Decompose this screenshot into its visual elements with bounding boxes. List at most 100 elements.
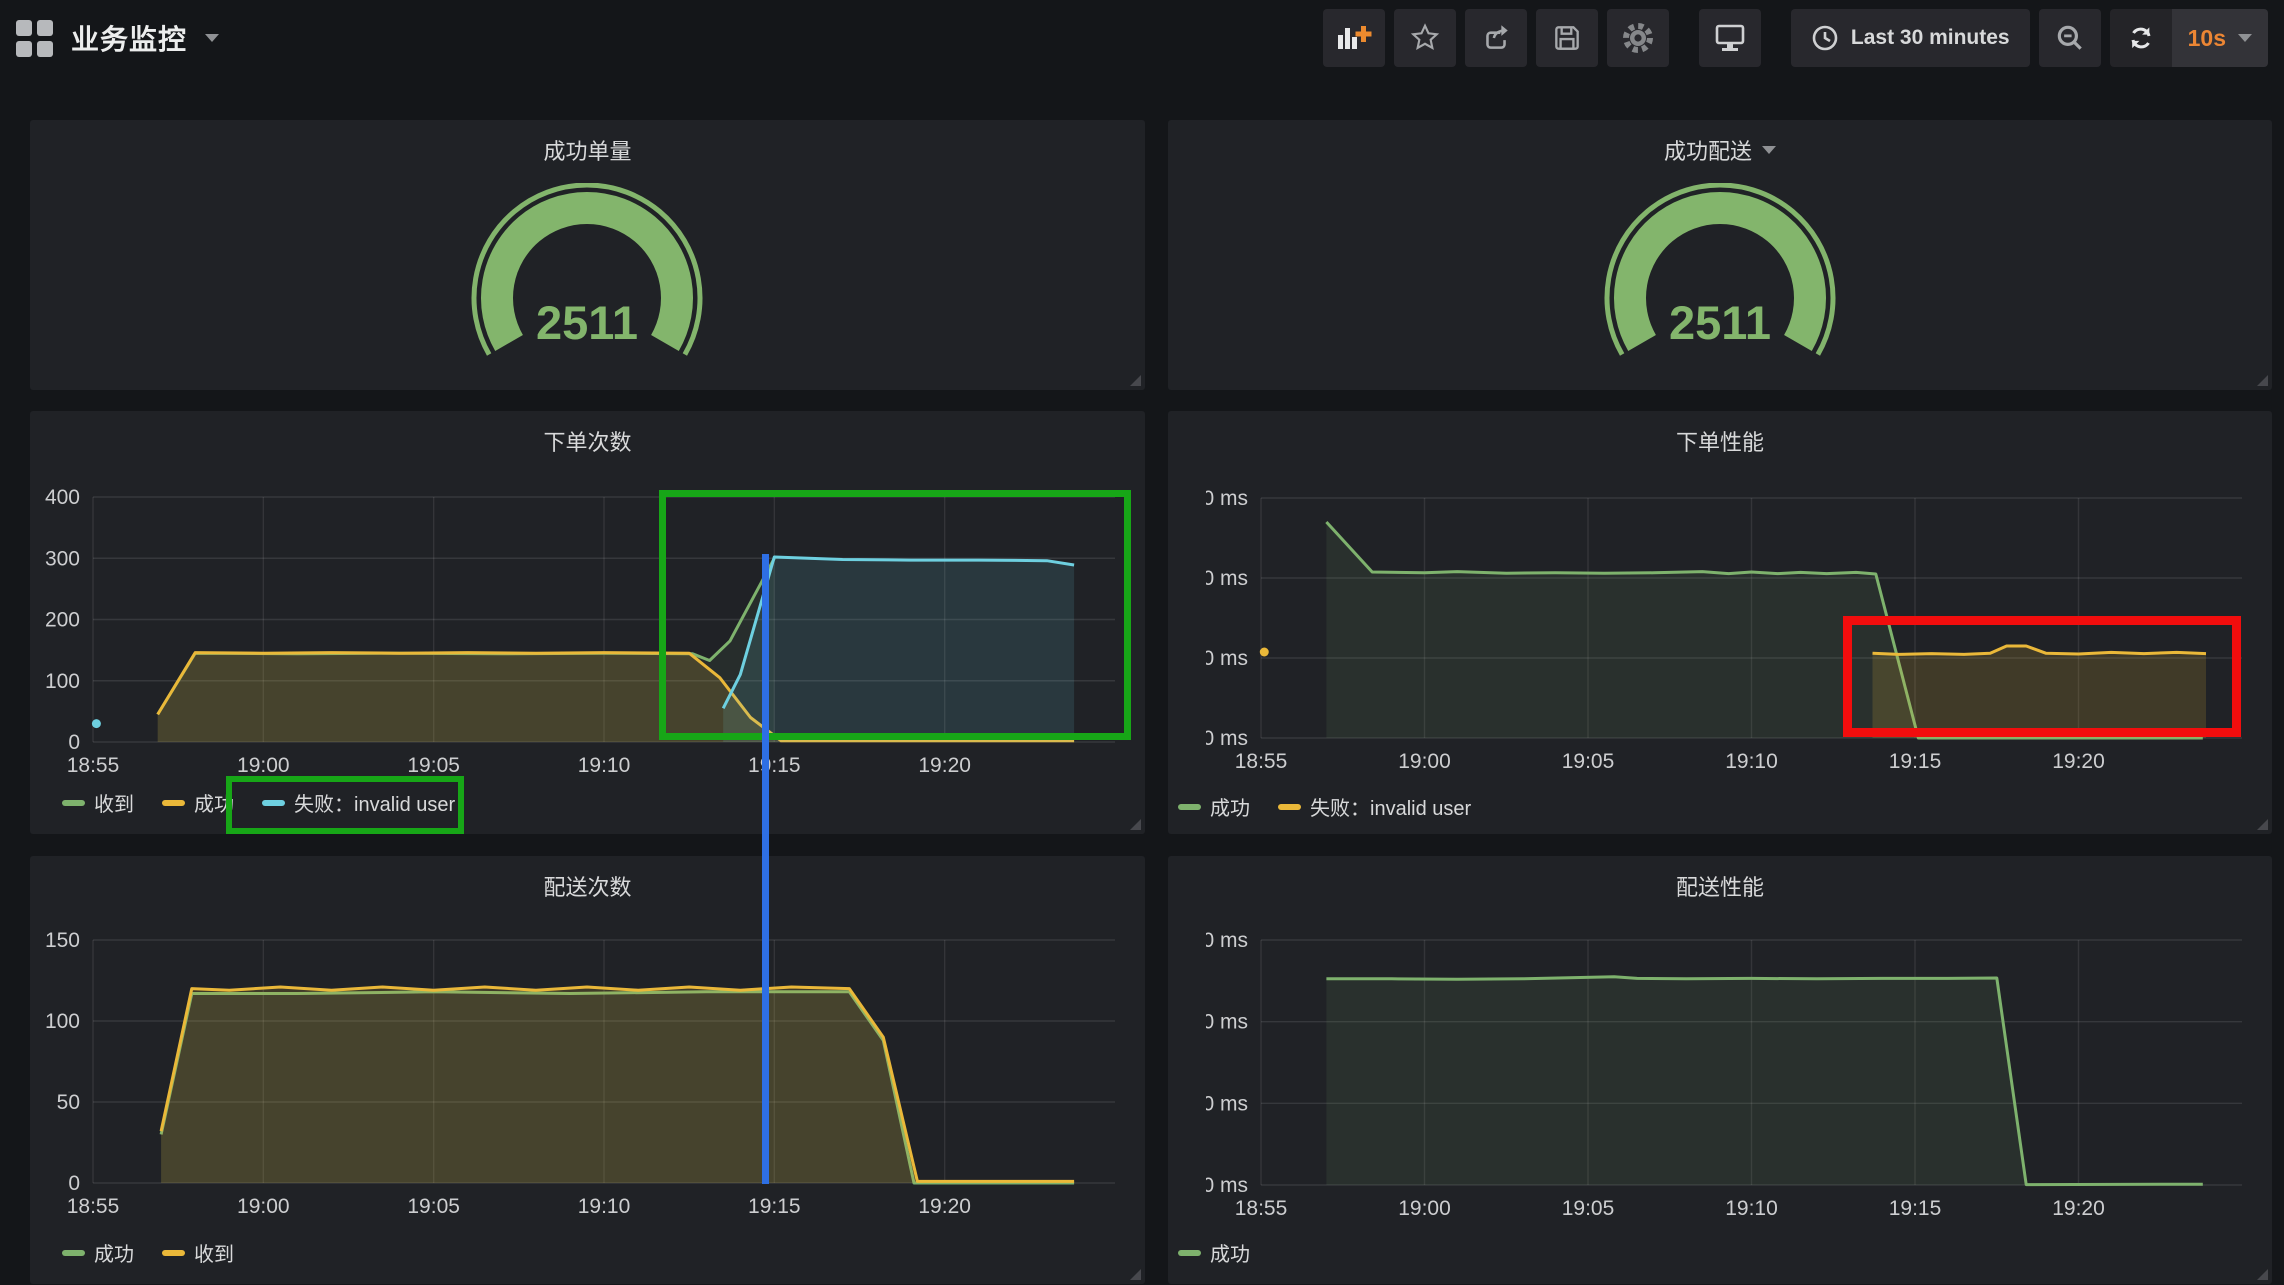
- svg-text:200 ms: 200 ms: [1206, 1092, 1248, 1115]
- save-button[interactable]: [1536, 9, 1598, 67]
- legend-item[interactable]: 失败：invalid user: [262, 788, 455, 817]
- chart-order-count[interactable]: 18:5519:0019:0519:1019:1519:200100200300…: [38, 488, 1145, 780]
- panel-title-label: 成功单量: [543, 134, 631, 166]
- legend-label: 成功: [194, 788, 234, 817]
- legend-item[interactable]: 成功: [1178, 792, 1250, 821]
- svg-text:300: 300: [45, 547, 80, 570]
- panel-title-label: 配送性能: [1676, 870, 1764, 902]
- settings-button[interactable]: [1607, 9, 1669, 67]
- legend-swatch: [62, 1250, 85, 1256]
- svg-text:0: 0: [68, 1172, 80, 1195]
- tv-mode-button[interactable]: [1699, 9, 1761, 67]
- svg-text:19:20: 19:20: [918, 1195, 971, 1218]
- apps-grid-icon[interactable]: [16, 20, 53, 57]
- panel-title[interactable]: 下单次数: [30, 411, 1145, 457]
- panel-resize-handle[interactable]: [1130, 819, 1141, 830]
- panel-resize-handle[interactable]: [1130, 1269, 1141, 1280]
- svg-text:19:15: 19:15: [1889, 750, 1942, 773]
- share-icon: [1480, 22, 1512, 54]
- svg-text:600 ms: 600 ms: [1206, 489, 1248, 510]
- legend-item[interactable]: 成功: [162, 788, 234, 817]
- svg-text:19:00: 19:00: [1398, 1197, 1451, 1220]
- panel-title[interactable]: 成功配送: [1168, 120, 2272, 166]
- legend-swatch: [162, 800, 185, 806]
- add-panel-button[interactable]: [1323, 9, 1385, 67]
- legend-swatch: [1178, 804, 1201, 810]
- panel-resize-handle[interactable]: [2257, 375, 2268, 386]
- gauge-success-orders[interactable]: 2511: [457, 183, 717, 388]
- svg-text:18:55: 18:55: [1235, 750, 1288, 773]
- dashboard-title[interactable]: 业务监控: [71, 18, 187, 58]
- add-panel-icon: [1336, 23, 1372, 53]
- chart-delivery-perf[interactable]: 18:5519:0019:0519:1019:1519:200 ms200 ms…: [1206, 931, 2272, 1223]
- svg-text:19:10: 19:10: [578, 1195, 631, 1218]
- svg-text:150: 150: [45, 931, 80, 952]
- svg-text:200 ms: 200 ms: [1206, 647, 1248, 670]
- dashboard-brand[interactable]: 业务监控: [16, 18, 219, 58]
- gauge-value: 2511: [1669, 296, 1771, 349]
- monitor-icon: [1713, 22, 1747, 54]
- legend-item[interactable]: 收到: [62, 788, 134, 817]
- svg-text:600 ms: 600 ms: [1206, 931, 1248, 952]
- refresh-icon: [2125, 22, 2157, 54]
- svg-text:19:10: 19:10: [578, 754, 631, 777]
- legend-item[interactable]: 成功: [1178, 1238, 1250, 1267]
- svg-text:19:00: 19:00: [1398, 750, 1451, 773]
- legend-label: 成功: [94, 1238, 134, 1267]
- share-button[interactable]: [1465, 9, 1527, 67]
- legend-label: 失败：invalid user: [294, 788, 455, 817]
- legend-item[interactable]: 失败：invalid user: [1278, 792, 1471, 821]
- chart-order-perf[interactable]: 18:5519:0019:0519:1019:1519:200 ms200 ms…: [1206, 489, 2272, 776]
- svg-text:19:15: 19:15: [748, 754, 801, 777]
- clock-icon: [1811, 24, 1839, 52]
- svg-text:0 ms: 0 ms: [1206, 727, 1248, 750]
- chart-delivery-count[interactable]: 18:5519:0019:0519:1019:1519:20050100150: [38, 931, 1145, 1221]
- panel-title[interactable]: 成功单量: [30, 120, 1145, 166]
- gauge-value: 2511: [536, 296, 638, 349]
- svg-text:0 ms: 0 ms: [1206, 1174, 1248, 1197]
- panel-title[interactable]: 下单性能: [1168, 411, 2272, 457]
- gauge-success-delivery[interactable]: 2511: [1590, 183, 1850, 388]
- legend-label: 收到: [94, 788, 134, 817]
- svg-text:100: 100: [45, 1010, 80, 1033]
- svg-text:19:20: 19:20: [2052, 1197, 2105, 1220]
- panel-title-label: 下单次数: [543, 425, 631, 457]
- svg-text:19:05: 19:05: [407, 1195, 460, 1218]
- svg-text:400: 400: [45, 488, 80, 509]
- svg-text:19:05: 19:05: [407, 754, 460, 777]
- zoom-out-button[interactable]: [2039, 9, 2101, 67]
- legend-label: 成功: [1210, 792, 1250, 821]
- panel-resize-handle[interactable]: [2257, 819, 2268, 830]
- star-button[interactable]: [1394, 9, 1456, 67]
- legend-label: 成功: [1210, 1238, 1250, 1267]
- refresh-interval-dropdown[interactable]: 10s: [2172, 9, 2268, 67]
- panel-resize-handle[interactable]: [2257, 1269, 2268, 1280]
- svg-text:18:55: 18:55: [67, 1195, 120, 1218]
- legend-item[interactable]: 收到: [162, 1238, 234, 1267]
- refresh-interval-label: 10s: [2188, 25, 2226, 52]
- time-range-button[interactable]: Last 30 minutes: [1791, 9, 2030, 67]
- gear-icon: [1621, 21, 1655, 55]
- legend-label: 失败：invalid user: [1310, 792, 1471, 821]
- chevron-down-icon: [2238, 34, 2252, 42]
- chevron-down-icon: [1762, 146, 1776, 154]
- chevron-down-icon[interactable]: [205, 34, 219, 42]
- panel-title[interactable]: 配送性能: [1168, 856, 2272, 902]
- legend-delivery-count: 成功收到: [62, 1238, 234, 1267]
- legend-swatch: [162, 1250, 185, 1256]
- panel-title[interactable]: 配送次数: [30, 856, 1145, 902]
- svg-text:18:55: 18:55: [1235, 1197, 1288, 1220]
- legend-swatch: [262, 800, 285, 806]
- refresh-button[interactable]: [2110, 9, 2172, 67]
- legend-item[interactable]: 成功: [62, 1238, 134, 1267]
- star-icon: [1409, 22, 1441, 54]
- legend-swatch: [1278, 804, 1301, 810]
- svg-text:50: 50: [57, 1091, 80, 1114]
- svg-text:19:15: 19:15: [748, 1195, 801, 1218]
- svg-text:19:20: 19:20: [918, 754, 971, 777]
- legend-swatch: [1178, 1250, 1201, 1256]
- legend-swatch: [62, 800, 85, 806]
- panel-resize-handle[interactable]: [1130, 375, 1141, 386]
- svg-text:19:10: 19:10: [1725, 750, 1778, 773]
- svg-text:18:55: 18:55: [67, 754, 120, 777]
